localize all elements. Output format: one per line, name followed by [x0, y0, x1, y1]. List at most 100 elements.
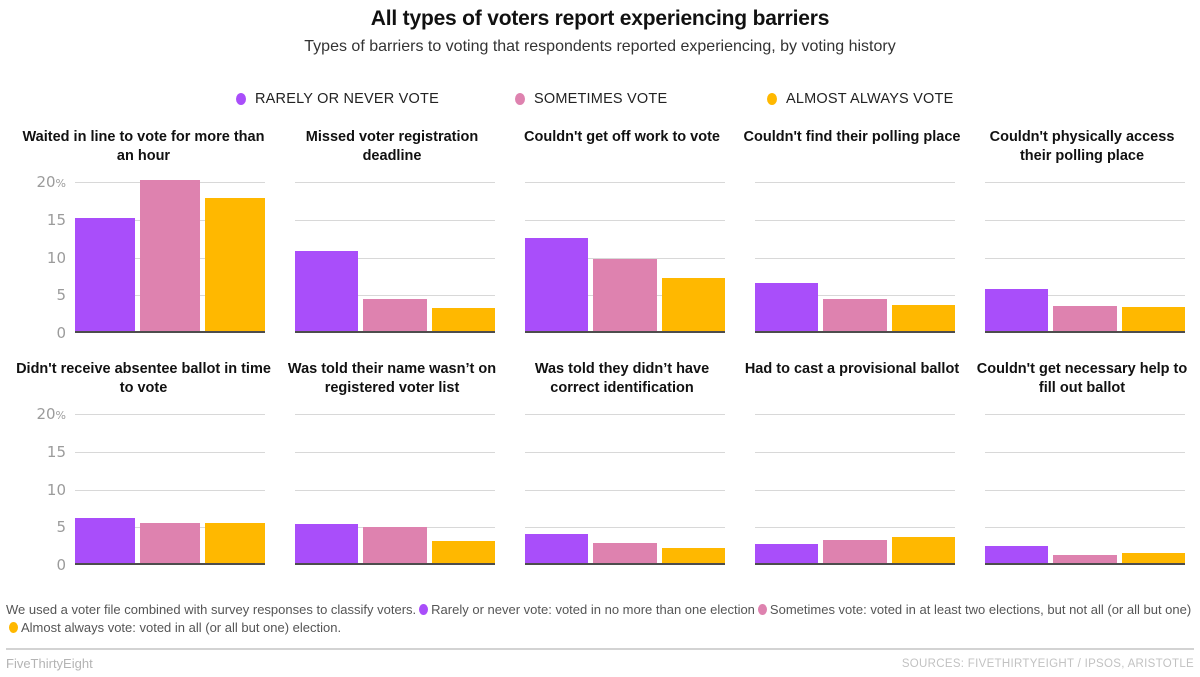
bar-group: [985, 182, 1185, 331]
bar[interactable]: [985, 545, 1049, 563]
plot-area: 20% 15 10 5 0: [36, 173, 265, 342]
y-axis-unit: %: [55, 177, 66, 190]
panel-title: Was told they didn’t have correct identi…: [534, 361, 710, 396]
legend-item-sometimes-vote[interactable]: SOMETIMES VOTE: [515, 91, 767, 107]
bar[interactable]: [755, 282, 819, 331]
bar[interactable]: [661, 547, 725, 563]
bar[interactable]: [431, 308, 495, 331]
bar[interactable]: [891, 537, 955, 563]
panel-title: Couldn't get necessary help to fill out …: [976, 361, 1188, 396]
bar[interactable]: [593, 542, 657, 563]
bar-group: [295, 182, 495, 331]
y-axis-tick-label: 10: [46, 480, 66, 499]
y-axis-tick-label: 15: [46, 210, 66, 229]
bar[interactable]: [985, 289, 1049, 331]
bar[interactable]: [205, 523, 265, 563]
sources-label: SOURCES: FIVETHIRTYEIGHT / IPSOS, ARISTO…: [901, 657, 1194, 670]
bar[interactable]: [75, 217, 135, 331]
chart-panel: Couldn't physically access their polling…: [967, 128, 1197, 333]
chart-panel: Couldn't get necessary help to fill out …: [967, 360, 1197, 565]
plot-area: [755, 414, 955, 565]
bar-group: [75, 180, 265, 331]
bar[interactable]: [363, 298, 427, 331]
y-axis-tick-label: 0: [56, 324, 66, 342]
footnote: We used a voter file combined with surve…: [0, 601, 1200, 636]
bar[interactable]: [295, 523, 359, 563]
bar[interactable]: [823, 540, 887, 563]
panel-title: Had to cast a provisional ballot: [744, 361, 960, 377]
bar[interactable]: [755, 544, 819, 563]
x-axis-baseline: [525, 330, 725, 333]
bar-group: [295, 414, 495, 563]
bar[interactable]: [1053, 306, 1117, 331]
panel-title: Waited in line to vote for more than an …: [22, 129, 265, 164]
bar-group: [525, 182, 725, 331]
bar[interactable]: [525, 534, 589, 563]
chart-panel: Waited in line to vote for more than an …: [10, 128, 277, 342]
legend-item-almost-always-vote[interactable]: ALMOST ALWAYS VOTE: [767, 91, 953, 107]
bar[interactable]: [891, 305, 955, 331]
legend: RARELY OR NEVER VOTE SOMETIMES VOTE ALMO…: [0, 91, 1200, 107]
y-axis-unit: %: [55, 409, 66, 422]
bar[interactable]: [823, 298, 887, 331]
panel-title: Was told their name wasn’t on registered…: [287, 361, 497, 396]
bar-group: [755, 414, 955, 563]
bar[interactable]: [431, 541, 495, 563]
panel-title: Couldn't get off work to vote: [524, 129, 720, 145]
x-axis-baseline: [295, 330, 495, 333]
bar-group: [755, 182, 955, 331]
chart-panel: Was told they didn’t have correct identi…: [507, 360, 737, 565]
y-axis-tick-label: 5: [56, 286, 66, 305]
legend-swatch-icon: [515, 93, 525, 105]
page-title: All types of voters report experiencing …: [370, 7, 830, 30]
chart-header: All types of voters report experiencing …: [0, 0, 1200, 58]
bar[interactable]: [75, 517, 135, 563]
x-axis-baseline: [985, 562, 1185, 565]
bar-group: [985, 414, 1185, 563]
legend-label: ALMOST ALWAYS VOTE: [786, 91, 954, 107]
x-axis-baseline: [755, 330, 955, 333]
plot-area: [755, 182, 955, 333]
legend-swatch-icon: [767, 93, 777, 105]
x-axis-baseline: [75, 562, 265, 565]
bar[interactable]: [525, 238, 589, 331]
footnote-text-intro: We used a voter file combined with surve…: [6, 602, 417, 617]
panel-row-top: Waited in line to vote for more than an …: [0, 128, 1200, 342]
brand-logo: FiveThirtyEight: [6, 656, 93, 671]
plot-area: [295, 182, 495, 333]
panel-title: Missed voter registration deadline: [305, 129, 479, 164]
footnote-text-sometimes: Sometimes vote: voted in at least two el…: [769, 602, 1192, 617]
bar[interactable]: [140, 523, 200, 563]
legend-label: RARELY OR NEVER VOTE: [255, 91, 439, 107]
page-subtitle: Types of barriers to voting that respond…: [304, 38, 896, 55]
legend-swatch-icon: [236, 93, 246, 105]
footnote-swatch-yellow-icon: [9, 621, 18, 633]
x-axis-baseline: [75, 330, 265, 333]
plot-area: [525, 414, 725, 565]
footnote-swatch-purple-icon: [419, 604, 429, 615]
bar[interactable]: [363, 526, 427, 563]
y-axis-tick-label: 15: [46, 442, 66, 461]
chart-panel: Didn't receive absentee ballot in time t…: [10, 360, 277, 574]
x-axis-baseline: [985, 330, 1185, 333]
bar-group: [525, 414, 725, 563]
bar[interactable]: [593, 258, 657, 331]
footnote-text-always: Almost always vote: voted in all (or all…: [21, 619, 342, 635]
panel-row-bottom: Didn't receive absentee ballot in time t…: [0, 360, 1200, 574]
bar[interactable]: [661, 278, 725, 331]
y-axis-tick-label: 0: [56, 556, 66, 574]
chart-panel: Was told their name wasn’t on registered…: [277, 360, 507, 565]
chart-panel: Missed voter registration deadline: [277, 128, 507, 333]
plot-area: [985, 182, 1185, 333]
y-axis-tick-label: 10: [46, 248, 66, 267]
y-axis-tick-label: 20%: [36, 405, 66, 423]
chart-panel: Couldn't get off work to vote: [507, 128, 737, 333]
legend-item-rarely-or-never-vote[interactable]: RARELY OR NEVER VOTE: [236, 91, 515, 107]
bar[interactable]: [205, 198, 265, 331]
bar[interactable]: [1121, 306, 1185, 331]
footnote-text-rarely: Rarely or never vote: voted in no more t…: [431, 602, 755, 617]
x-axis-baseline: [295, 562, 495, 565]
bar[interactable]: [295, 250, 359, 331]
plot-area: 20% 15 10 5 0: [36, 405, 265, 574]
bar[interactable]: [140, 180, 200, 331]
